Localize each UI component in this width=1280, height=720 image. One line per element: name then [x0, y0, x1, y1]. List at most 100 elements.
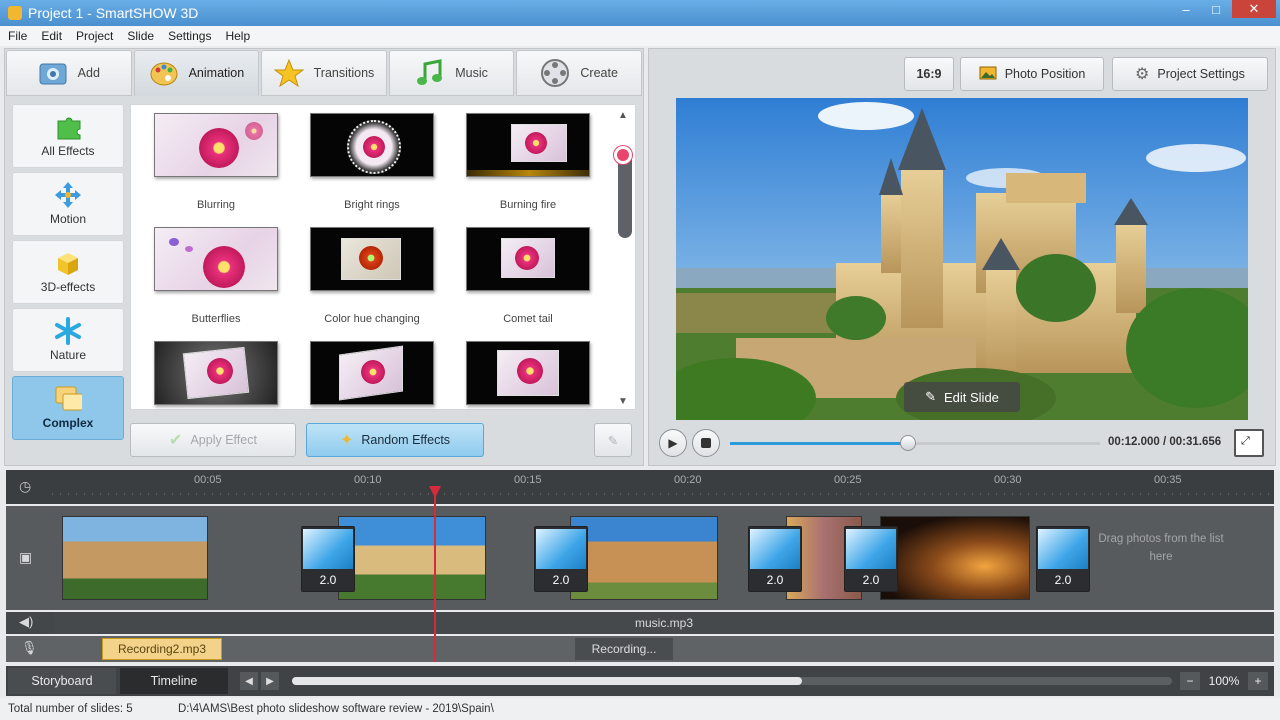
photo-icon — [979, 66, 997, 83]
effect-item-bright-rings[interactable]: Bright rings — [309, 113, 435, 211]
edit-slide-button[interactable]: ✎ Edit Slide — [904, 382, 1020, 412]
transition-item[interactable]: 2.0 — [301, 526, 355, 592]
playback-knob[interactable] — [899, 435, 916, 451]
stop-button[interactable] — [692, 429, 720, 457]
transition-thumbnail — [750, 529, 800, 569]
tab-transitions[interactable]: Transitions — [261, 50, 387, 96]
tab-create[interactable]: Create — [516, 50, 642, 96]
slides-track-icon: ▣ — [19, 549, 33, 565]
transition-item[interactable]: 2.0 — [1036, 526, 1090, 592]
title-bar: Project 1 - SmartSHOW 3D – □ ✕ — [0, 0, 1280, 26]
effect-item[interactable] — [309, 341, 435, 427]
recording-clip[interactable]: Recording2.mp3 — [102, 638, 222, 660]
slide-preview[interactable] — [676, 98, 1248, 420]
effect-item-burning-fire[interactable]: Burning fire — [465, 113, 591, 211]
tab-music[interactable]: Music — [388, 50, 515, 96]
tick-label: 00:05 — [194, 474, 222, 486]
category-all-effects[interactable]: All Effects — [12, 104, 124, 168]
category-motion[interactable]: Motion — [12, 172, 124, 236]
storyboard-label: Storyboard — [31, 674, 93, 688]
effects-grid: Blurring Bright rings Burning fire Butte… — [130, 104, 636, 410]
total-time: 00:31.656 — [1169, 436, 1222, 448]
fullscreen-button[interactable]: ⤢ — [1234, 429, 1264, 457]
effect-thumbnail — [466, 113, 590, 177]
timeline-tab[interactable]: Timeline — [120, 668, 228, 694]
ruler-ticks — [52, 493, 1274, 495]
menu-slide[interactable]: Slide — [127, 29, 154, 43]
apply-effect-button[interactable]: ✔ Apply Effect — [130, 423, 296, 457]
magic-wand-icon: ✦ — [339, 432, 354, 449]
fullscreen-icon: ⤢ — [1241, 435, 1250, 447]
slide-clip[interactable] — [570, 516, 718, 600]
drag-photos-hint: Drag photos from the list here — [1098, 533, 1224, 563]
effect-thumbnail — [154, 227, 278, 291]
effect-label: Butterflies — [191, 313, 241, 325]
zoom-in-button[interactable]: + — [1248, 672, 1268, 690]
scroll-up-arrow[interactable]: ▲ — [618, 110, 628, 121]
film-reel-icon — [540, 58, 570, 88]
edit-slide-label: Edit Slide — [943, 389, 999, 405]
slide-clip[interactable] — [880, 516, 1030, 600]
category-3d-effects[interactable]: 3D-effects — [12, 240, 124, 304]
category-nature[interactable]: Nature — [12, 308, 124, 372]
tab-add[interactable]: Add — [6, 50, 132, 96]
clear-effect-button[interactable]: ✎ — [594, 423, 632, 457]
status-bar: Total number of slides: 5 D:\4\AMS\Best … — [0, 698, 1280, 720]
minimize-button[interactable]: – — [1172, 0, 1200, 18]
zoom-out-button[interactable]: − — [1180, 672, 1200, 690]
menu-edit[interactable]: Edit — [41, 29, 62, 43]
recording-status: Recording... — [575, 638, 673, 660]
tab-transitions-label: Transitions — [313, 66, 375, 80]
effect-item[interactable] — [153, 341, 279, 427]
music-clip[interactable]: music.mp3 — [54, 612, 1274, 634]
project-settings-button[interactable]: ⚙ Project Settings — [1112, 57, 1268, 91]
menu-help[interactable]: Help — [225, 29, 250, 43]
menu-project[interactable]: Project — [76, 29, 113, 43]
effect-item-comet-tail[interactable]: Comet tail — [465, 227, 591, 325]
play-button[interactable]: ▶ — [659, 429, 687, 457]
transition-thumbnail — [1038, 529, 1088, 569]
effect-item-color-hue-changing[interactable]: Color hue changing — [309, 227, 435, 325]
effect-item-butterflies[interactable]: Butterflies — [153, 227, 279, 325]
transition-item[interactable]: 2.0 — [534, 526, 588, 592]
scroll-down-arrow[interactable]: ▼ — [618, 396, 628, 407]
category-label: 3D-effects — [40, 279, 96, 294]
zoom-level: 100% — [1208, 674, 1240, 688]
time-separator: / — [1159, 436, 1170, 448]
effect-item[interactable] — [465, 341, 591, 427]
tab-animation[interactable]: Animation — [133, 50, 260, 96]
timeline-scrollbar-thumb[interactable] — [292, 677, 802, 685]
move-arrows-icon — [54, 181, 82, 208]
scroll-right-button[interactable]: ▶ — [261, 672, 279, 690]
effect-label: Comet tail — [503, 313, 553, 325]
transition-duration: 2.0 — [1054, 573, 1072, 587]
photo-position-button[interactable]: Photo Position — [960, 57, 1104, 91]
pencil-icon: ✎ — [925, 389, 936, 404]
main-tabs: Add Animation Transitions Music Create — [6, 50, 642, 96]
stop-icon — [701, 438, 711, 448]
transition-duration: 2.0 — [766, 573, 784, 587]
close-button[interactable]: ✕ — [1232, 0, 1276, 18]
menu-file[interactable]: File — [8, 29, 27, 43]
random-effects-button[interactable]: ✦ Random Effects — [306, 423, 484, 457]
playhead[interactable] — [434, 486, 436, 662]
transition-item[interactable]: 2.0 — [844, 526, 898, 592]
minus-icon: − — [1186, 674, 1194, 688]
effect-item-blurring[interactable]: Blurring — [153, 113, 279, 211]
apply-effect-label: Apply Effect — [190, 433, 257, 447]
maximize-button[interactable]: □ — [1202, 0, 1230, 18]
slide-count: Total number of slides: 5 — [8, 703, 133, 715]
transition-duration: 2.0 — [552, 573, 570, 587]
effect-thumbnail — [466, 227, 590, 291]
slide-clip[interactable] — [338, 516, 486, 600]
slide-clip[interactable] — [62, 516, 208, 600]
category-complex[interactable]: Complex — [12, 376, 124, 440]
aspect-ratio-button[interactable]: 16:9 — [904, 57, 954, 91]
palette-icon — [149, 58, 179, 88]
menu-settings[interactable]: Settings — [168, 29, 211, 43]
gear-icon: ⚙ — [1135, 66, 1150, 83]
transition-item[interactable]: 2.0 — [748, 526, 802, 592]
storyboard-tab[interactable]: Storyboard — [8, 668, 116, 694]
effect-label: Bright rings — [344, 199, 400, 211]
scroll-left-button[interactable]: ◀ — [240, 672, 258, 690]
